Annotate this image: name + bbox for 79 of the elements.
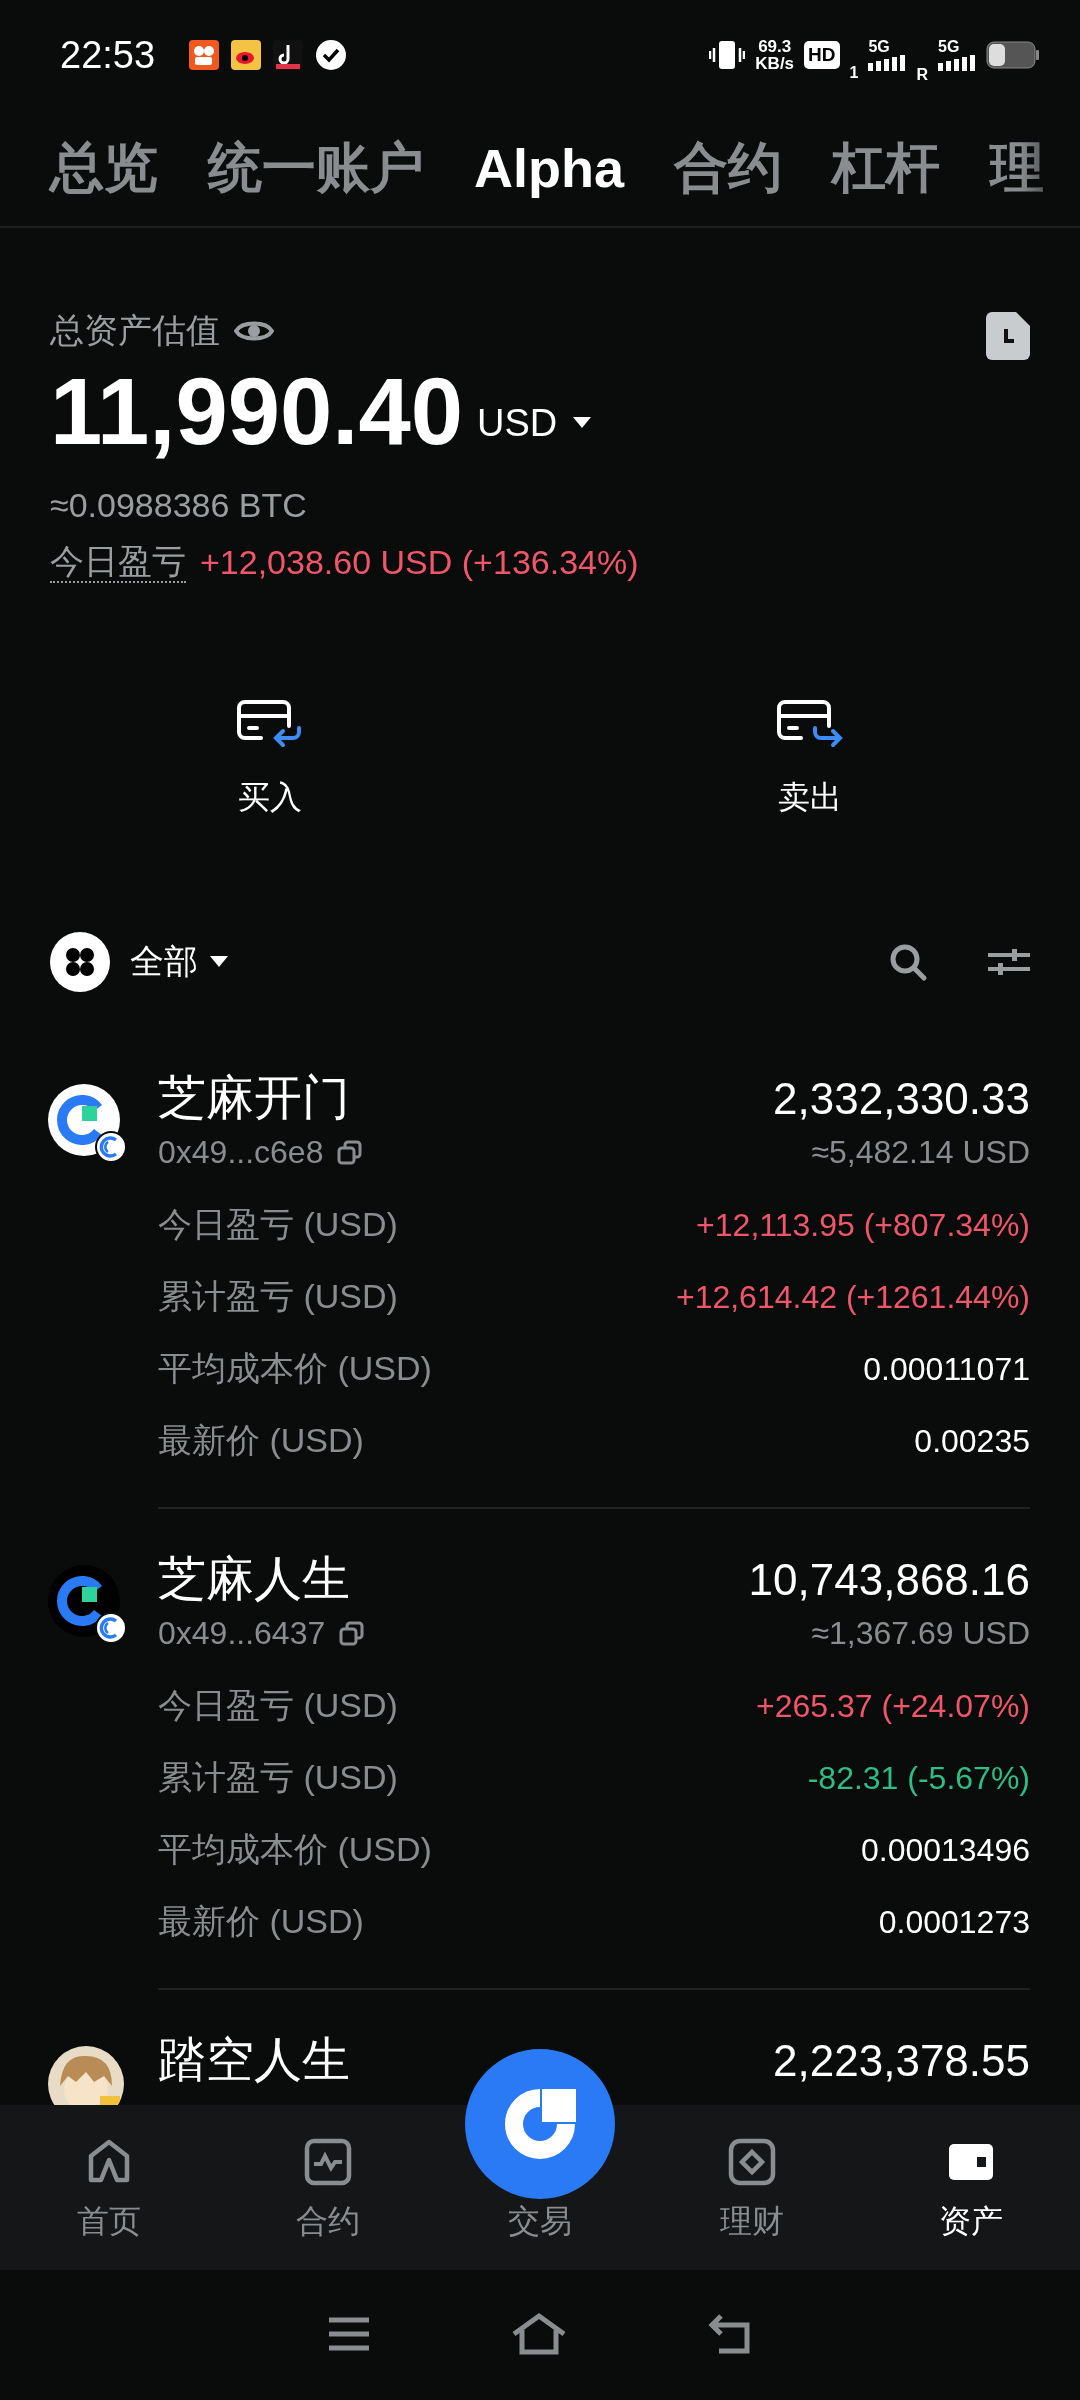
history-icon[interactable] — [986, 312, 1030, 360]
home-icon[interactable] — [511, 2312, 567, 2356]
metric-label: 最新价 (USD) — [158, 1901, 364, 1942]
search-icon[interactable] — [888, 942, 928, 982]
speed-unit: KB/s — [755, 55, 795, 72]
coin-logo-icon — [48, 1084, 128, 1164]
caret-icon[interactable] — [210, 956, 228, 968]
total-balance: 11,990.40 — [50, 358, 463, 466]
contract-address: 0x49...c6e8 — [158, 1134, 324, 1171]
tab[interactable]: 杠杆 — [832, 131, 940, 205]
tab[interactable]: 统一账户 — [208, 131, 424, 205]
earn-icon — [728, 2138, 777, 2186]
metric-label: 今日盈亏 (USD) — [158, 1204, 398, 1245]
contract-address: 0x49...6437 — [158, 1615, 326, 1652]
signal-icon — [938, 55, 976, 71]
network-type: 5G — [938, 39, 960, 55]
token-amount: 2,332,330.33 — [773, 1074, 1030, 1124]
metric-value: 0.00235 — [914, 1422, 1030, 1460]
coin-logo-icon — [48, 1565, 128, 1645]
metric-label: 平均成本价 (USD) — [158, 1348, 432, 1389]
token-name[interactable]: 芝麻开门 — [158, 1066, 350, 1130]
futures-icon — [303, 2138, 352, 2186]
network-type: 5G — [868, 39, 890, 55]
battery-icon — [986, 41, 1040, 69]
balance-label: 总资产估值 — [50, 310, 220, 351]
metric-value: 0.00013496 — [860, 1831, 1030, 1869]
app-notification-icon — [273, 40, 304, 70]
check-circle-icon — [315, 39, 348, 71]
tab[interactable]: 理 — [990, 131, 1044, 205]
pnl-value: +12,038.60 USD (+136.34%) — [200, 542, 639, 582]
nav-tab[interactable]: 理财 — [643, 2105, 862, 2270]
metric-value: -82.31 (-5.67%) — [807, 1759, 1030, 1797]
clover-icon[interactable] — [50, 932, 110, 992]
token-amount: 2,223,378.55 — [773, 2036, 1030, 2086]
metric-label: 平均成本价 (USD) — [158, 1829, 432, 1870]
tab[interactable]: 合约 — [674, 131, 782, 205]
copy-icon[interactable] — [337, 1139, 364, 1166]
nav-tab[interactable]: 资产 — [861, 2105, 1080, 2270]
menu-icon[interactable] — [327, 2316, 371, 2352]
sim-number: 1 — [849, 64, 859, 82]
metric-label: 今日盈亏 (USD) — [158, 1685, 398, 1726]
metric-label: 累计盈亏 (USD) — [158, 1757, 398, 1798]
network-speed: 69.3 — [758, 38, 792, 55]
metric-value: 0.0001273 — [878, 1903, 1030, 1941]
metric-value: +265.37 (+24.07%) — [756, 1687, 1030, 1725]
app-notification-icon — [189, 40, 220, 70]
nav-tab[interactable]: 合约 — [218, 2105, 437, 2270]
hd-badge: HD — [804, 41, 840, 69]
metric-value: +12,614.42 (+1261.44%) — [675, 1278, 1030, 1316]
metric-value: 0.00011071 — [863, 1350, 1030, 1388]
sliders-icon[interactable] — [988, 947, 1030, 977]
buy-button[interactable]: 买入 — [0, 698, 540, 820]
signal-icon — [868, 55, 907, 71]
metric-label: 最新价 (USD) — [158, 1420, 364, 1461]
clock-time: 22:53 — [60, 33, 156, 77]
nav-tab[interactable]: 交易 — [508, 2200, 572, 2244]
currency-selector[interactable]: USD — [477, 401, 558, 445]
token-name[interactable]: 踏空人生 — [158, 2028, 350, 2092]
caret-icon[interactable] — [573, 417, 592, 429]
usd-value: ≈1,367.69 USD — [811, 1615, 1030, 1652]
logo-icon — [502, 2086, 578, 2162]
roaming-label: R — [916, 66, 928, 84]
tab[interactable]: Alpha — [474, 137, 624, 199]
card-arrow-icon — [775, 698, 845, 750]
sell-button[interactable]: 卖出 — [540, 698, 1080, 820]
nav-tab[interactable]: 首页 — [0, 2105, 219, 2270]
token-name[interactable]: 芝麻人生 — [158, 1547, 350, 1611]
vibrate-icon — [709, 39, 746, 71]
pnl-label[interactable]: 今日盈亏 — [50, 541, 186, 583]
filter-dropdown[interactable]: 全部 — [130, 939, 198, 985]
metric-value: +12,113.95 (+807.34%) — [696, 1206, 1030, 1244]
copy-icon[interactable] — [339, 1620, 366, 1647]
app-notification-icon — [231, 40, 262, 70]
btc-value: ≈0.0988386 BTC — [50, 486, 308, 525]
metric-label: 累计盈亏 (USD) — [158, 1276, 398, 1317]
usd-value: ≈5,482.14 USD — [811, 1134, 1030, 1171]
tab[interactable]: 总览 — [50, 131, 158, 205]
back-icon[interactable] — [707, 2313, 753, 2355]
token-amount: 10,743,868.16 — [748, 1555, 1030, 1605]
